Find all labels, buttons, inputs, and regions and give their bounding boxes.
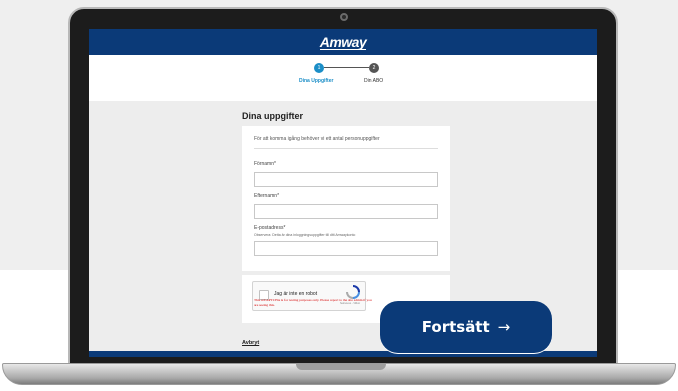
laptop-notch bbox=[296, 364, 386, 370]
progress-stepper: 1 2 Dina Uppgifter Din ABO bbox=[89, 55, 597, 101]
recaptcha-label: Jag är inte en robot bbox=[274, 291, 318, 297]
first-name-input[interactable] bbox=[254, 172, 438, 187]
step-1-label: Dina Uppgifter bbox=[299, 78, 334, 84]
arrow-right-icon: → bbox=[497, 318, 511, 336]
laptop-base bbox=[2, 363, 676, 385]
amway-logo[interactable]: Amway bbox=[319, 35, 367, 50]
personal-info-card: För att komma igång behöver vi ett antal… bbox=[242, 126, 450, 271]
first-name-label: Förnamn* bbox=[254, 161, 276, 167]
last-name-label: Efternamn* bbox=[254, 193, 280, 199]
step-1-indicator: 1 bbox=[314, 63, 324, 73]
email-label: E-postadress* bbox=[254, 225, 286, 231]
last-name-input[interactable] bbox=[254, 204, 438, 219]
site-header: Amway bbox=[89, 29, 597, 55]
page-title: Dina uppgifter bbox=[242, 111, 303, 121]
step-connector bbox=[324, 67, 369, 68]
camera-icon bbox=[340, 13, 348, 21]
card-intro-text: För att komma igång behöver vi ett antal… bbox=[254, 136, 438, 149]
cancel-link[interactable]: Avbryt bbox=[242, 340, 259, 346]
continue-label: Fortsätt bbox=[421, 318, 490, 336]
email-input[interactable] bbox=[254, 241, 438, 256]
step-2-indicator: 2 bbox=[369, 63, 379, 73]
step-2-label: Din ABO bbox=[364, 78, 384, 84]
continue-button[interactable]: Fortsätt → bbox=[380, 301, 552, 353]
recaptcha-test-warning: This reCAPTCHA is for testing purposes o… bbox=[254, 298, 372, 307]
recaptcha-logo-icon bbox=[346, 285, 360, 299]
email-note: Observera: Detta är dina inloggningsuppg… bbox=[254, 233, 356, 237]
